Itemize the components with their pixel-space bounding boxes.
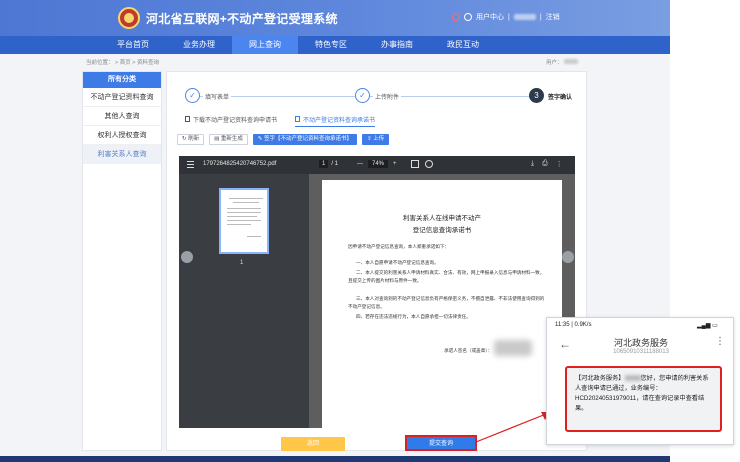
doc-title-line1: 利害关系人在线申请不动产 (403, 214, 481, 222)
page-total: / 1 (331, 161, 339, 167)
doc-item-3: 三、本人对查询到的不动产登记信息负有严格保密义务，不擅自泄露、不非法使用查询得到… (348, 297, 545, 310)
tab-label: 不动产登记资料查询承诺书 (303, 117, 376, 124)
document-icon (295, 116, 301, 122)
user-center-link[interactable]: 用户中心 (476, 12, 504, 22)
tab-label: 下载不动产登记资料查询申请书 (193, 117, 278, 124)
toolbar: ↻ 刷新 ▤ 重新生成 ✎ 签字【不动产登记资料查询承诺书】 ⇪ 上传 (177, 134, 390, 145)
upload-button[interactable]: ⇪ 上传 (362, 134, 390, 145)
doc-intro: 因申请不动产登记信息查询，本人郑重承诺如下： (348, 245, 450, 250)
thumbnail-page-number: 1 (240, 260, 244, 266)
next-page-button[interactable] (562, 251, 574, 263)
sidebar: 所有分类 不动产登记资料查询 其他人查询 权利人授权查询 利害关系人查询 (82, 71, 162, 451)
step-1-label: 填写表单 (203, 92, 232, 101)
sms-sender-title: 河北政务服务 (613, 338, 668, 348)
separator: | (508, 13, 510, 21)
nav-item-online-query[interactable]: 网上查询 (232, 36, 298, 54)
location-icon[interactable] (452, 13, 460, 21)
zoom-in-button[interactable]: + (393, 161, 397, 167)
rotate-icon[interactable] (425, 160, 433, 168)
zoom-controls: — 74% + (357, 160, 397, 168)
thumbnail-pane: 1 (179, 174, 309, 428)
user-icon (464, 13, 472, 21)
phone-sms-screenshot: 11:35 | 0.9K/s ▂▄▆ ▭ ← 河北政务服务 1065091031… (546, 317, 734, 445)
sidebar-item-interested-party-query[interactable]: 利害关系人查询 (83, 145, 161, 164)
pdf-actions: ⤓ ⎙ ⋮ (531, 160, 563, 168)
step-1-check-icon: ✓ (185, 88, 200, 103)
menu-icon[interactable] (187, 161, 194, 168)
page: 河北省互联网+不动产登记受理系统 用户中心 | | 注销 平台首页 业务办理 网… (0, 0, 740, 462)
main-nav: 平台首页 业务办理 网上查询 特色专区 办事指南 政民互动 (0, 36, 670, 54)
step-3-number: 3 (529, 88, 544, 103)
nav-item-home[interactable]: 平台首页 (100, 36, 166, 54)
footer-bar (0, 456, 670, 462)
top-links: 用户中心 | | 注销 (452, 12, 560, 22)
separator: | (539, 13, 542, 21)
nav-item-guide[interactable]: 办事指南 (364, 36, 430, 54)
username-redacted (513, 14, 536, 20)
step-2-check-icon: ✓ (355, 88, 370, 103)
more-options-icon[interactable]: ⋮ (715, 336, 725, 347)
refresh-button[interactable]: ↻ 刷新 (177, 134, 205, 145)
tab-download-application[interactable]: 下载不动产登记资料查询申请书 (185, 113, 277, 125)
user-label: 用户： (546, 58, 579, 66)
phone-status-icons: ▂▄▆ ▭ (697, 323, 718, 329)
sms-message: 【河北政务服务】 您好，您申请的利害关系人查询申请已通过，业务编号：HCD2024… (565, 366, 722, 432)
breadcrumb: 当前位置： > 首页 > 资料查询 (86, 60, 160, 66)
back-button[interactable]: 返回 (281, 437, 345, 451)
page-thumbnail[interactable] (219, 188, 269, 254)
phone-status-time: 11:35 | 0.9K/s (555, 322, 592, 328)
sidebar-item-authorized-query[interactable]: 权利人授权查询 (83, 126, 161, 145)
logout-link[interactable]: 注销 (546, 12, 560, 22)
doc-item-2: 二、本人提交的利害关系人申请材料真实、合法、有效，网上申报录入信息与申请材料一致… (348, 271, 545, 284)
progress-steps: ✓ 填写表单 ✓ 上传附件 3 签字确认 (185, 88, 575, 106)
submit-query-button[interactable]: 提交查询 (405, 435, 477, 451)
emblem-logo (118, 7, 140, 29)
pdf-viewer: 1797264825420746752.pdf 1 / 1 — 74% + ⤓ … (179, 156, 575, 428)
nav-item-special[interactable]: 特色专区 (298, 36, 364, 54)
main-panel: ✓ 填写表单 ✓ 上传附件 3 签字确认 下载不动产登记资料查询申请书 不动产登… (166, 71, 587, 451)
nav-item-interaction[interactable]: 政民互动 (430, 36, 496, 54)
page-input[interactable]: 1 (319, 160, 329, 168)
zoom-out-button[interactable]: — (357, 161, 363, 167)
download-icon[interactable]: ⤓ (531, 160, 534, 168)
doc-title-line2: 登记信息查询承诺书 (412, 226, 472, 234)
sidebar-item-registry-query[interactable]: 不动产登记资料查询 (83, 88, 161, 107)
more-icon[interactable]: ⋮ (556, 160, 563, 168)
site-title: 河北省互联网+不动产登记受理系统 (146, 12, 338, 26)
header-banner: 河北省互联网+不动产登记受理系统 用户中心 | | 注销 (0, 0, 670, 36)
regenerate-button[interactable]: ▤ 重新生成 (209, 134, 248, 145)
pdf-tools (411, 160, 433, 168)
fit-page-icon[interactable] (411, 160, 419, 168)
doc-signature-label: 承诺人签名（或盖章）： (444, 349, 493, 354)
prev-page-button[interactable] (181, 251, 193, 263)
zoom-level[interactable]: 74% (368, 160, 389, 168)
doc-tabs: 下载不动产登记资料查询申请书 不动产登记资料查询承诺书 (185, 113, 376, 127)
sms-sender-number: 10650910311188013 (613, 349, 669, 355)
nav-item-business[interactable]: 业务办理 (166, 36, 232, 54)
page-indicator: 1 / 1 (319, 160, 338, 168)
signature-redacted (494, 340, 532, 356)
step-2-label: 上传附件 (373, 92, 402, 101)
step-3-label: 签字确认 (546, 92, 575, 101)
sign-button[interactable]: ✎ 签字【不动产登记资料查询承诺书】 (252, 134, 358, 145)
pdf-page: 利害关系人在线申请不动产 登记信息查询承诺书 因申请不动产登记信息查询，本人郑重… (322, 180, 562, 428)
name-redacted (624, 375, 641, 382)
tab-commitment-letter[interactable]: 不动产登记资料查询承诺书 (295, 113, 376, 127)
print-icon[interactable]: ⎙ (542, 160, 548, 168)
sidebar-item-other-query[interactable]: 其他人查询 (83, 107, 161, 126)
doc-item-1: 一、本人自愿申请不动产登记信息查询。 (356, 261, 439, 266)
steps-line (200, 96, 540, 97)
document-icon (185, 116, 190, 122)
sidebar-heading: 所有分类 (83, 72, 161, 88)
doc-item-4: 四、若存在违法违规行为，本人自愿承担一切法律责任。 (356, 315, 471, 320)
pdf-filename: 1797264825420746752.pdf (203, 161, 277, 167)
pdf-toolbar: 1797264825420746752.pdf 1 / 1 — 74% + ⤓ … (179, 156, 575, 174)
